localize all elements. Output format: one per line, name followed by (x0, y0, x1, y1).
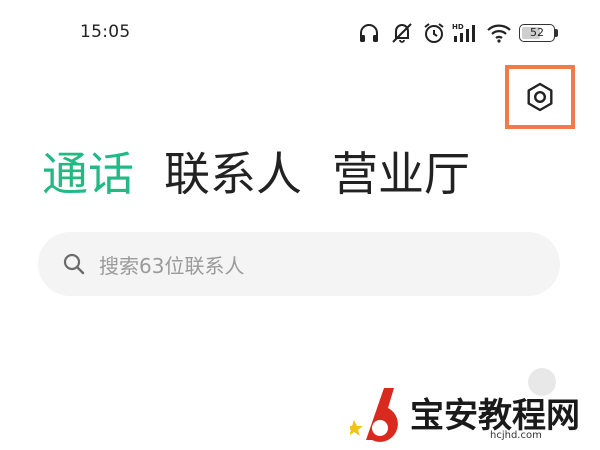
tab-bar: 通话 联系人 营业厅 (42, 144, 470, 204)
search-icon (63, 253, 85, 275)
search-bar[interactable]: 搜索63位联系人 (38, 232, 560, 296)
mute-vibrate-icon (392, 23, 412, 43)
status-time: 15:05 (80, 22, 131, 42)
battery-icon: 52 (519, 24, 555, 42)
battery-cap (555, 29, 558, 37)
hd-signal-icon: HD (452, 23, 475, 42)
tab-contacts[interactable]: 联系人 (164, 144, 302, 204)
alarm-icon (424, 23, 444, 43)
svg-text:HD: HD (452, 23, 464, 31)
hexagon-gear-icon (527, 82, 553, 112)
tab-service-hall[interactable]: 营业厅 (332, 144, 470, 204)
status-bar: 15:05 HD 52 (0, 0, 600, 68)
search-placeholder: 搜索63位联系人 (99, 253, 245, 278)
tab-calls[interactable]: 通话 (42, 144, 134, 204)
headphones-icon (360, 24, 378, 42)
watermark: 宝安教程网 hcjhd.com (350, 382, 600, 450)
watermark-logo-icon (350, 388, 398, 442)
settings-button[interactable] (505, 65, 575, 129)
battery-level: 52 (530, 26, 544, 39)
watermark-url: hcjhd.com (490, 430, 542, 441)
wifi-icon (487, 24, 511, 43)
